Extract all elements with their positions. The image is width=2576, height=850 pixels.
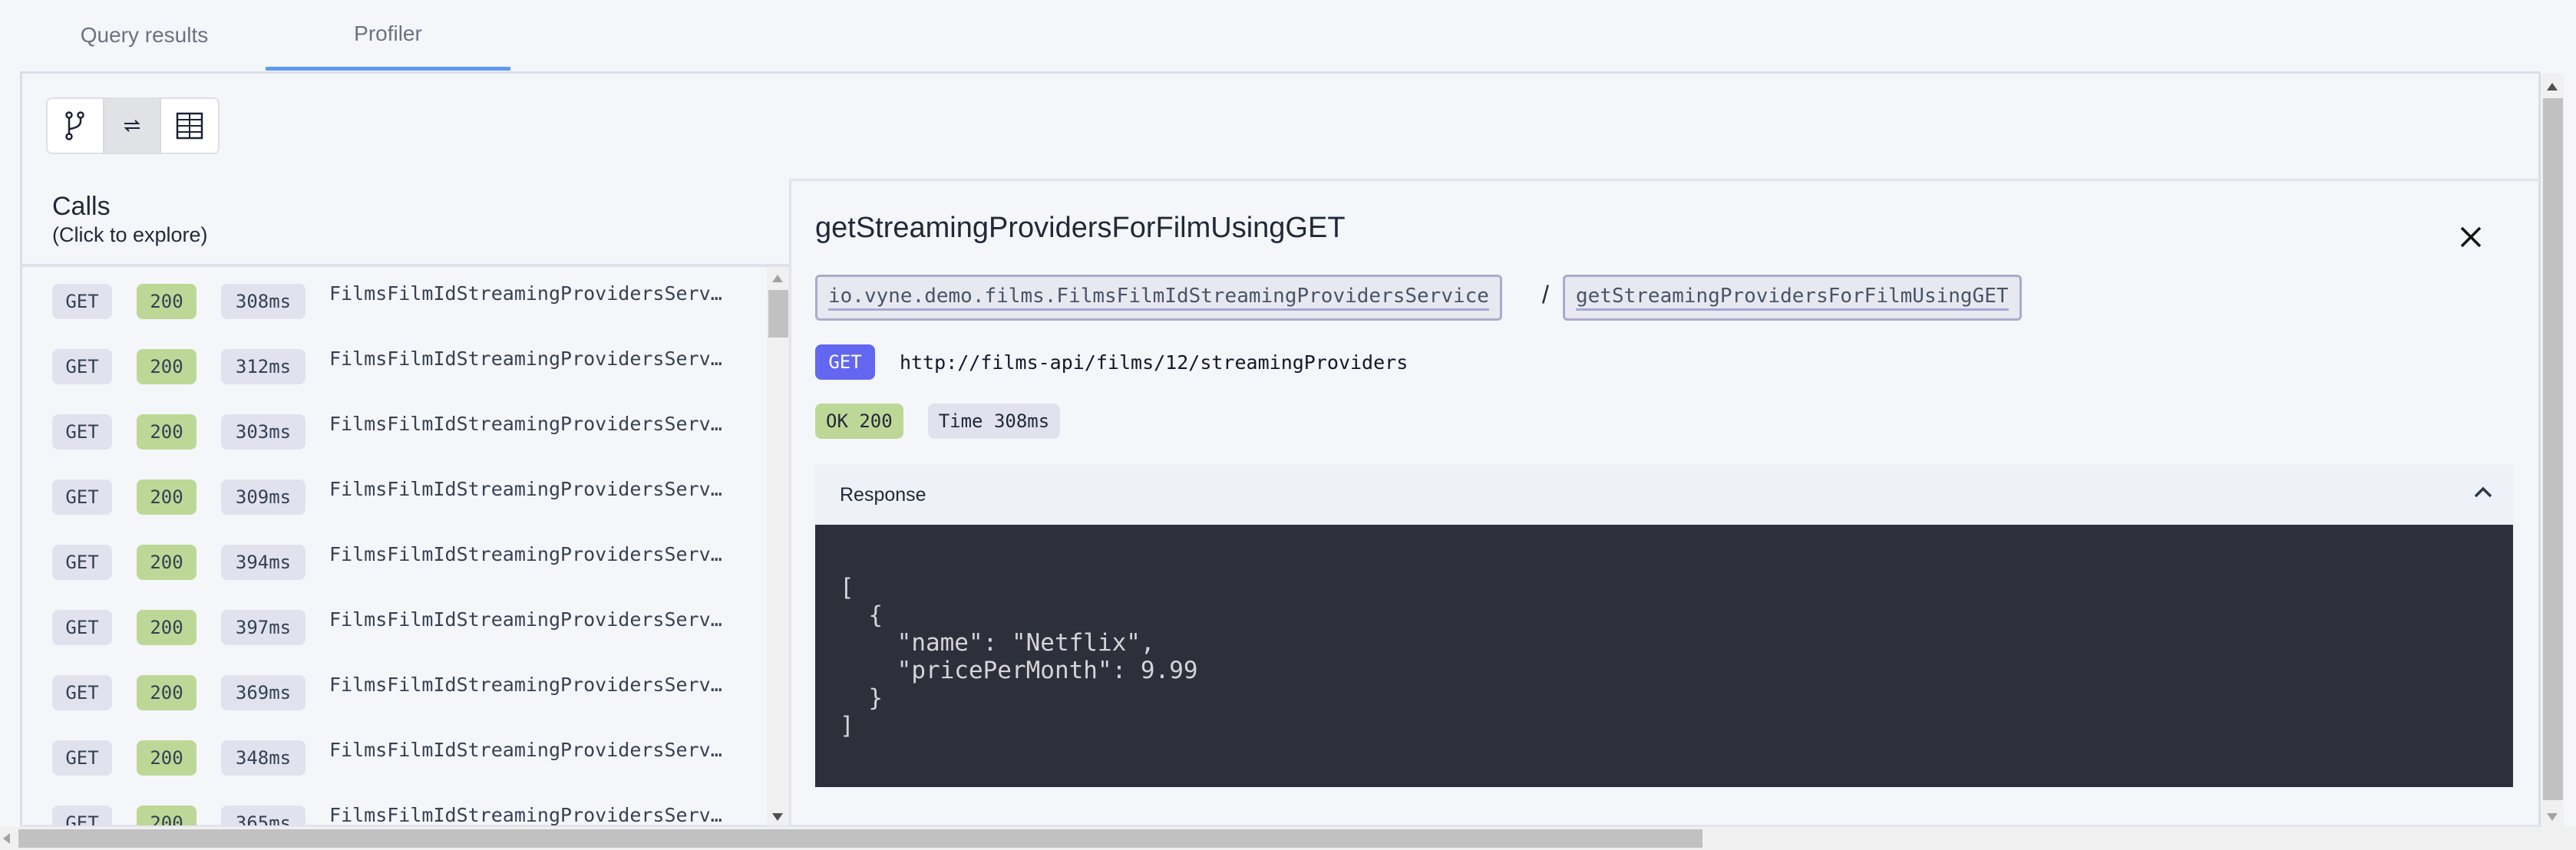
call-name: FilmsFilmIdStreamingProvidersServ… [329, 739, 722, 761]
duration-badge: 394ms [221, 545, 305, 580]
method-badge: GET [52, 284, 112, 319]
page-vertical-scrollbar[interactable] [2541, 74, 2564, 827]
http-method-badge: GET [815, 344, 875, 380]
status-ok-badge: OK 200 [815, 404, 903, 439]
call-row[interactable]: GET 200 308ms FilmsFilmIdStreamingProvid… [22, 282, 767, 330]
duration-badge: 348ms [221, 740, 305, 776]
response-label: Response [840, 483, 926, 506]
chevron-up-icon[interactable] [2473, 485, 2493, 500]
duration-badge: 369ms [221, 675, 305, 710]
call-name: FilmsFilmIdStreamingProvidersServ… [329, 674, 722, 696]
calls-title: Calls [52, 192, 111, 221]
duration-badge: 312ms [221, 349, 305, 384]
call-detail-panel: getStreamingProvidersForFilmUsingGET io.… [791, 179, 2540, 827]
scroll-up-arrow-icon[interactable] [2547, 83, 2558, 91]
scrollbar-thumb[interactable] [768, 290, 788, 338]
method-badge: GET [52, 545, 112, 580]
method-badge: GET [52, 675, 112, 710]
call-row[interactable]: GET 200 303ms FilmsFilmIdStreamingProvid… [22, 413, 767, 460]
calls-subtitle: (Click to explore) [52, 223, 208, 246]
call-row[interactable]: GET 200 397ms FilmsFilmIdStreamingProvid… [22, 608, 767, 656]
tab-query-results[interactable]: Query results [23, 0, 266, 71]
call-row[interactable]: GET 200 365ms FilmsFilmIdStreamingProvid… [22, 804, 767, 825]
operation-title: getStreamingProvidersForFilmUsingGET [815, 212, 1346, 244]
tab-bar: Query results Profiler [0, 0, 2576, 72]
scrollbar-thumb[interactable] [2543, 98, 2563, 800]
breadcrumb-separator: / [1542, 281, 1549, 308]
scroll-down-arrow-icon[interactable] [2547, 813, 2558, 821]
status-badge: 200 [137, 284, 197, 319]
duration-badge: 303ms [221, 414, 305, 450]
request-url: http://films-api/films/12/streamingProvi… [900, 351, 1409, 374]
call-name: FilmsFilmIdStreamingProvidersServ… [329, 543, 722, 565]
response-accordion-header[interactable]: Response [815, 465, 2513, 525]
call-row[interactable]: GET 200 369ms FilmsFilmIdStreamingProvid… [22, 674, 767, 721]
tab-profiler[interactable]: Profiler [266, 0, 510, 71]
call-name: FilmsFilmIdStreamingProvidersServ… [329, 804, 722, 825]
call-row[interactable]: GET 200 312ms FilmsFilmIdStreamingProvid… [22, 348, 767, 395]
swap-arrows-icon [124, 120, 140, 132]
method-badge: GET [52, 740, 112, 776]
sequence-view-button[interactable] [104, 99, 161, 153]
view-toggle-group [46, 97, 220, 154]
status-badge: 200 [137, 675, 197, 710]
call-name: FilmsFilmIdStreamingProvidersServ… [329, 282, 722, 305]
operation-name: getStreamingProvidersForFilmUsingGET [1576, 285, 2009, 311]
status-badge: 200 [137, 349, 197, 384]
page-horizontal-scrollbar[interactable] [0, 827, 2576, 850]
method-badge: GET [52, 806, 112, 825]
duration-badge: 309ms [221, 479, 305, 515]
status-badge: 200 [137, 610, 197, 645]
scroll-down-arrow-icon[interactable] [772, 813, 783, 821]
status-badge: 200 [137, 740, 197, 776]
scrollbar-thumb[interactable] [18, 829, 1702, 848]
method-badge: GET [52, 479, 112, 515]
duration-badge: 308ms [221, 284, 305, 319]
branch-icon [65, 111, 84, 140]
graph-view-button[interactable] [48, 99, 104, 153]
response-body: [ { "name": "Netflix", "pricePerMonth": … [815, 525, 2513, 787]
service-name: io.vyne.demo.films.FilmsFilmIdStreamingP… [828, 285, 1489, 311]
duration-badge: 397ms [221, 610, 305, 645]
method-badge: GET [52, 610, 112, 645]
call-row[interactable]: GET 200 309ms FilmsFilmIdStreamingProvid… [22, 478, 767, 525]
operation-link[interactable]: getStreamingProvidersForFilmUsingGET [1563, 275, 2022, 321]
request-line: GET http://films-api/films/12/streamingP… [815, 344, 1408, 380]
duration-badge: 365ms [221, 806, 305, 825]
call-name: FilmsFilmIdStreamingProvidersServ… [329, 478, 722, 500]
time-badge: Time 308ms [927, 404, 1061, 439]
table-view-button[interactable] [161, 99, 218, 153]
status-badge: 200 [137, 414, 197, 450]
service-link[interactable]: io.vyne.demo.films.FilmsFilmIdStreamingP… [815, 275, 1502, 321]
status-badge: 200 [137, 806, 197, 825]
calls-scrollbar[interactable] [767, 267, 789, 825]
scroll-up-arrow-icon[interactable] [772, 275, 783, 282]
call-name: FilmsFilmIdStreamingProvidersServ… [329, 608, 722, 631]
close-icon[interactable] [2457, 223, 2485, 251]
status-badge: 200 [137, 479, 197, 515]
call-name: FilmsFilmIdStreamingProvidersServ… [329, 348, 722, 370]
method-badge: GET [52, 349, 112, 384]
call-row[interactable]: GET 200 394ms FilmsFilmIdStreamingProvid… [22, 543, 767, 591]
status-badge: 200 [137, 545, 197, 580]
scroll-left-arrow-icon[interactable] [3, 833, 10, 844]
call-name: FilmsFilmIdStreamingProvidersServ… [329, 413, 722, 435]
calls-list: GET 200 308ms FilmsFilmIdStreamingProvid… [22, 267, 767, 825]
calls-header: Calls (Click to explore) [52, 192, 208, 247]
table-icon [176, 112, 203, 140]
response-status: OK 200 Time 308ms [815, 404, 1061, 439]
call-row[interactable]: GET 200 348ms FilmsFilmIdStreamingProvid… [22, 739, 767, 786]
method-badge: GET [52, 414, 112, 450]
